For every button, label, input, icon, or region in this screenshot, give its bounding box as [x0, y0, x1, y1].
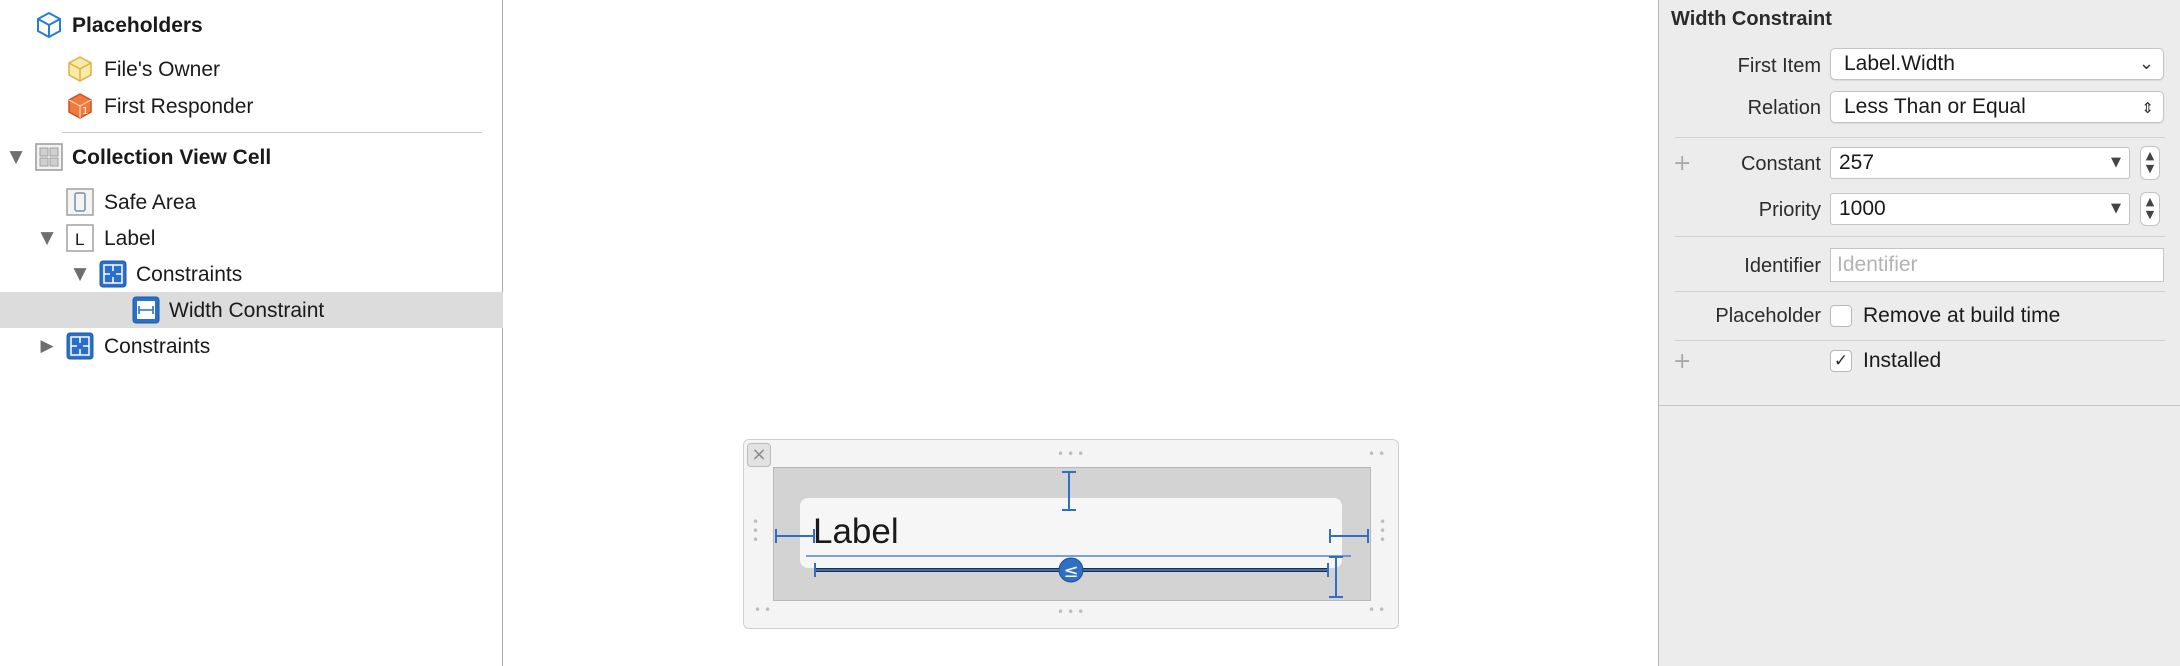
outline-item-label: File's Owner: [104, 58, 221, 81]
identifier-field[interactable]: [1830, 248, 2164, 282]
stepper-down-icon[interactable]: ▼: [2141, 208, 2159, 222]
safe-area-icon: [65, 187, 95, 217]
relation-popup[interactable]: Less Than or Equal ⇕: [1830, 91, 2164, 123]
outline-item-label: First Responder: [104, 95, 254, 118]
remove-at-build-time-checkbox[interactable]: [1830, 305, 1852, 327]
dropdown-triangle-icon[interactable]: ▼: [2111, 200, 2121, 218]
first-item-value: Label.Width: [1844, 52, 1955, 75]
first-item-label: First Item: [1737, 55, 1821, 77]
top-spacing-constraint[interactable]: [1062, 471, 1076, 511]
relation-value: Less Than or Equal: [1844, 95, 2026, 118]
priority-label: Priority: [1758, 199, 1821, 221]
installed-label: Installed: [1863, 349, 1942, 372]
outline-row-placeholders[interactable]: Placeholders: [0, 7, 503, 43]
outline-item-label: Constraints: [104, 335, 211, 358]
relation-badge[interactable]: ≤: [1058, 557, 1084, 583]
outline-separator: [62, 132, 482, 133]
identifier-input[interactable]: [1837, 253, 2157, 277]
disclosure-expanded-icon[interactable]: ▼: [71, 265, 89, 283]
inspector-bottom-divider: [1659, 405, 2180, 406]
outline-row-collection-view-cell[interactable]: ▼ Collection View Cell: [0, 139, 503, 175]
outline-item-label: Constraints: [136, 263, 243, 286]
label-icon: L: [65, 223, 95, 253]
priority-combo-box[interactable]: 1000 ▼: [1830, 193, 2130, 225]
constant-label: Constant: [1740, 153, 1821, 175]
outline-item-label: Placeholders: [72, 14, 203, 37]
svg-text:1: 1: [82, 106, 88, 117]
constraints-icon: [98, 259, 128, 289]
cube-icon: [34, 10, 64, 40]
relation-label: Relation: [1747, 97, 1821, 119]
constant-value: 257: [1839, 151, 1875, 174]
constraints-icon: [65, 331, 95, 361]
stepper-down-icon[interactable]: ▼: [2141, 162, 2159, 176]
stepper-up-icon[interactable]: ▲: [2141, 195, 2159, 209]
placeholder-label: Placeholder: [1715, 305, 1821, 327]
outline-row-first-responder[interactable]: 1 First Responder: [0, 88, 503, 124]
chevron-down-icon: ⌄: [2138, 53, 2154, 74]
dropdown-triangle-icon[interactable]: ▼: [2111, 154, 2121, 172]
outline-item-label: Width Constraint: [169, 299, 325, 322]
outline-item-label: Safe Area: [104, 191, 197, 214]
constant-stepper[interactable]: ▲ ▼: [2140, 146, 2160, 180]
remove-at-build-time-label: Remove at build time: [1863, 304, 2061, 327]
outline-row-files-owner[interactable]: File's Owner: [0, 51, 503, 87]
installed-checkbox[interactable]: ✓: [1830, 350, 1852, 372]
disclosure-expanded-icon[interactable]: ▼: [7, 148, 25, 166]
size-inspector-panel: Width Constraint First Item Label.Width …: [1658, 0, 2180, 666]
outline-item-label: Label: [104, 227, 156, 250]
document-outline: Placeholders File's Owner 1 First Respon…: [0, 0, 503, 666]
section-divider: [1675, 137, 2165, 138]
bottom-spacing-constraint[interactable]: [1329, 556, 1343, 598]
priority-stepper[interactable]: ▲ ▼: [2140, 192, 2160, 226]
first-item-popup[interactable]: Label.Width ⌄: [1830, 48, 2164, 80]
outline-row-label-constraints[interactable]: ▼ Constraints: [0, 256, 503, 292]
disclosure-expanded-icon[interactable]: ▼: [38, 229, 56, 247]
first-responder-icon: 1: [65, 91, 95, 121]
collection-view-cell-icon: [34, 142, 64, 172]
inspector-title: Width Constraint: [1671, 8, 1832, 30]
priority-value: 1000: [1839, 197, 1886, 220]
outline-item-label: Collection View Cell: [72, 146, 272, 169]
stepper-up-icon[interactable]: ▲: [2141, 149, 2159, 163]
outline-row-width-constraint[interactable]: Width Constraint: [0, 292, 503, 328]
section-divider: [1675, 291, 2165, 292]
width-constraint-icon: [131, 295, 161, 325]
disclosure-collapsed-icon[interactable]: ▶: [38, 337, 56, 355]
relation-glyph: ≤: [1063, 561, 1078, 582]
section-divider: [1675, 340, 2165, 341]
trailing-spacing-constraint[interactable]: [1329, 529, 1369, 543]
outline-row-cell-constraints[interactable]: ▶ Constraints: [0, 328, 503, 364]
outline-row-label[interactable]: ▼ L Label: [0, 220, 503, 256]
outline-row-safe-area[interactable]: Safe Area: [0, 184, 503, 220]
plus-icon[interactable]: +: [1673, 152, 1691, 176]
section-divider: [1675, 236, 2165, 237]
up-down-chevron-icon: ⇕: [2141, 99, 2154, 117]
interface-builder-canvas[interactable]: × ••• •• •• ••• •• • • • • • • Label ≤: [504, 0, 1658, 666]
placeholder-cube-icon: [65, 54, 95, 84]
constant-combo-box[interactable]: 257 ▼: [1830, 147, 2130, 179]
svg-text:L: L: [75, 230, 84, 249]
plus-icon[interactable]: +: [1673, 350, 1691, 374]
leading-spacing-constraint[interactable]: [775, 529, 815, 543]
constraint-overlay: ≤: [775, 471, 1369, 598]
identifier-label: Identifier: [1744, 255, 1821, 277]
